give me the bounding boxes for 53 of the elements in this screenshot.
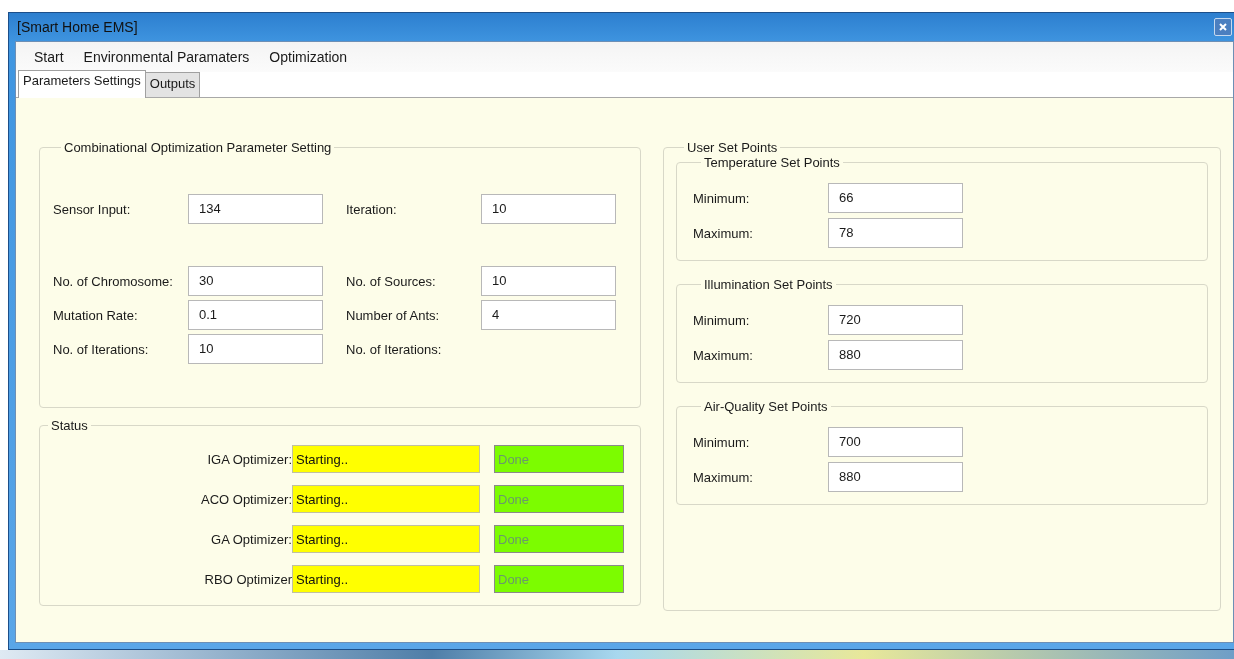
status-field: Starting.. (292, 525, 480, 553)
input-field[interactable]: 10 (188, 334, 323, 364)
status-field: Done (494, 525, 624, 553)
field-label: No. of Chromosome: (53, 273, 174, 289)
input-field[interactable]: 0.1 (188, 300, 323, 330)
input-field[interactable]: 10 (481, 266, 616, 296)
group-title: Air-Quality Set Points (703, 399, 829, 414)
input-field[interactable]: 4 (481, 300, 616, 330)
field-label: No. of Iterations: (346, 341, 443, 357)
field-label: Maximum: (693, 225, 754, 241)
menu-item[interactable]: Start (28, 47, 74, 67)
status-field: Done (494, 565, 624, 593)
tab[interactable]: Outputs (144, 72, 201, 97)
input-field[interactable]: 66 (828, 183, 963, 213)
tab[interactable]: Parameters Settings (18, 70, 146, 98)
input-field[interactable]: 880 (828, 462, 963, 492)
field-label: Maximum: (693, 469, 754, 485)
field-label: No. of Iterations: (53, 341, 150, 357)
input-field[interactable]: 700 (828, 427, 963, 457)
group-title: Combinational Optimization Parameter Setting (63, 140, 333, 155)
menu-item[interactable]: Environmental Paramaters (77, 47, 260, 67)
close-button[interactable] (1214, 18, 1232, 36)
field-label: GA Optimizer: (210, 531, 292, 547)
field-label: Minimum: (693, 434, 751, 450)
field-label: Minimum: (693, 312, 751, 328)
field-label: ACO Optimizer: (200, 491, 292, 507)
field-label: IGA Optimizer: (206, 451, 292, 467)
field-label: Number of Ants: (346, 307, 441, 323)
field-label: No. of Sources: (346, 273, 437, 289)
field-label: Sensor Input: (53, 201, 132, 217)
field-label: Minimum: (693, 190, 751, 206)
field-label: Iteration: (346, 201, 398, 217)
input-field[interactable]: 78 (828, 218, 963, 248)
status-field: Done (494, 445, 624, 473)
status-field: Starting.. (292, 485, 480, 513)
group-title: Illumination Set Points (703, 277, 834, 292)
menu-item[interactable]: Optimization (263, 47, 358, 67)
group-title: User Set Points (686, 140, 779, 155)
window-title: [Smart Home EMS] (16, 19, 138, 35)
field-label: Mutation Rate: (53, 307, 139, 323)
status-field: Starting.. (292, 565, 480, 593)
input-field[interactable]: 30 (188, 266, 323, 296)
field-label: RBO Optimizer (203, 571, 292, 587)
close-icon (1219, 23, 1227, 31)
input-field[interactable]: 134 (188, 194, 323, 224)
group-title: Status (50, 418, 89, 433)
status-field: Starting.. (292, 445, 480, 473)
status-field: Done (494, 485, 624, 513)
group-title: Temperature Set Points (703, 155, 841, 170)
input-field[interactable]: 10 (481, 194, 616, 224)
field-label: Maximum: (693, 347, 754, 363)
input-field[interactable]: 720 (828, 305, 963, 335)
input-field[interactable]: 880 (828, 340, 963, 370)
